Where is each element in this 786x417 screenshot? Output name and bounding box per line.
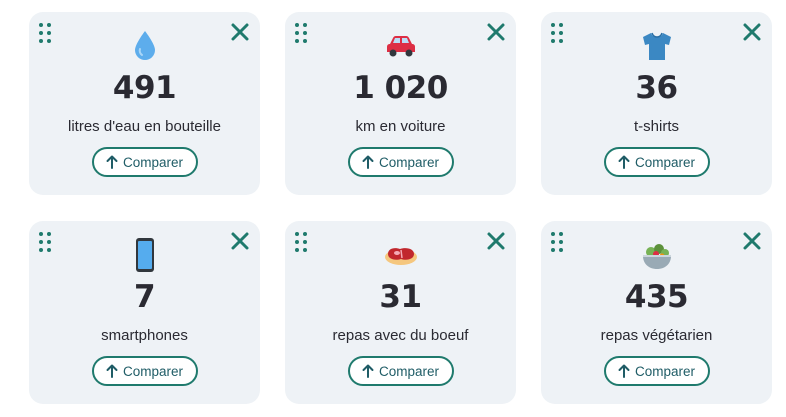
card-smartphone: 7 smartphones Comparer (29, 221, 260, 404)
card-label: litres d'eau en bouteille (68, 118, 221, 135)
compare-button-label: Comparer (634, 154, 696, 170)
card-car: 1 020 km en voiture Comparer (285, 12, 516, 195)
arrow-up-icon (618, 155, 630, 169)
compare-button[interactable]: Comparer (347, 356, 454, 386)
drag-handle-icon[interactable] (551, 232, 567, 254)
card-value: 435 (624, 279, 689, 315)
car-icon (386, 36, 415, 57)
drag-handle-icon[interactable] (39, 232, 55, 254)
salad-icon (642, 244, 671, 269)
compare-button-label: Comparer (122, 363, 184, 379)
card-label: smartphones (101, 327, 188, 344)
compare-button[interactable]: Comparer (347, 147, 454, 177)
tshirt-icon (642, 32, 671, 60)
card-vegetarian-meal: 435 repas végétarien Comparer (541, 221, 772, 404)
card-value: 31 (379, 279, 422, 315)
arrow-up-icon (106, 364, 118, 378)
card-value: 1 020 (353, 70, 448, 106)
card-value: 36 (635, 70, 678, 106)
card-beef-meal: 31 repas avec du boeuf Comparer (285, 221, 516, 404)
close-icon[interactable] (486, 231, 506, 251)
card-value: 491 (112, 70, 177, 106)
card-label: repas végétarien (600, 327, 713, 344)
card-water: 491 litres d'eau en bouteille Comparer (29, 12, 260, 195)
water-drop-icon (134, 31, 155, 60)
arrow-up-icon (362, 364, 374, 378)
compare-button-label: Comparer (378, 154, 440, 170)
smartphone-icon (135, 238, 154, 272)
arrow-up-icon (362, 155, 374, 169)
card-value: 7 (133, 279, 156, 315)
card-label: t-shirts (634, 118, 679, 135)
close-icon[interactable] (742, 231, 762, 251)
steak-icon (384, 248, 417, 265)
close-icon[interactable] (230, 22, 250, 42)
close-icon[interactable] (742, 22, 762, 42)
card-label: repas avec du boeuf (332, 327, 469, 344)
close-icon[interactable] (230, 231, 250, 251)
drag-handle-icon[interactable] (39, 23, 55, 45)
drag-handle-icon[interactable] (295, 23, 311, 45)
card-label: km en voiture (355, 118, 446, 135)
compare-button-label: Comparer (634, 363, 696, 379)
comparison-grid: 491 litres d'eau en bouteille Comparer 1… (0, 0, 786, 417)
arrow-up-icon (106, 155, 118, 169)
drag-handle-icon[interactable] (551, 23, 567, 45)
drag-handle-icon[interactable] (295, 232, 311, 254)
arrow-up-icon (618, 364, 630, 378)
compare-button[interactable]: Comparer (91, 147, 198, 177)
compare-button[interactable]: Comparer (603, 147, 710, 177)
compare-button[interactable]: Comparer (603, 356, 710, 386)
compare-button[interactable]: Comparer (91, 356, 198, 386)
compare-button-label: Comparer (378, 363, 440, 379)
close-icon[interactable] (486, 22, 506, 42)
card-tshirt: 36 t-shirts Comparer (541, 12, 772, 195)
compare-button-label: Comparer (122, 154, 184, 170)
